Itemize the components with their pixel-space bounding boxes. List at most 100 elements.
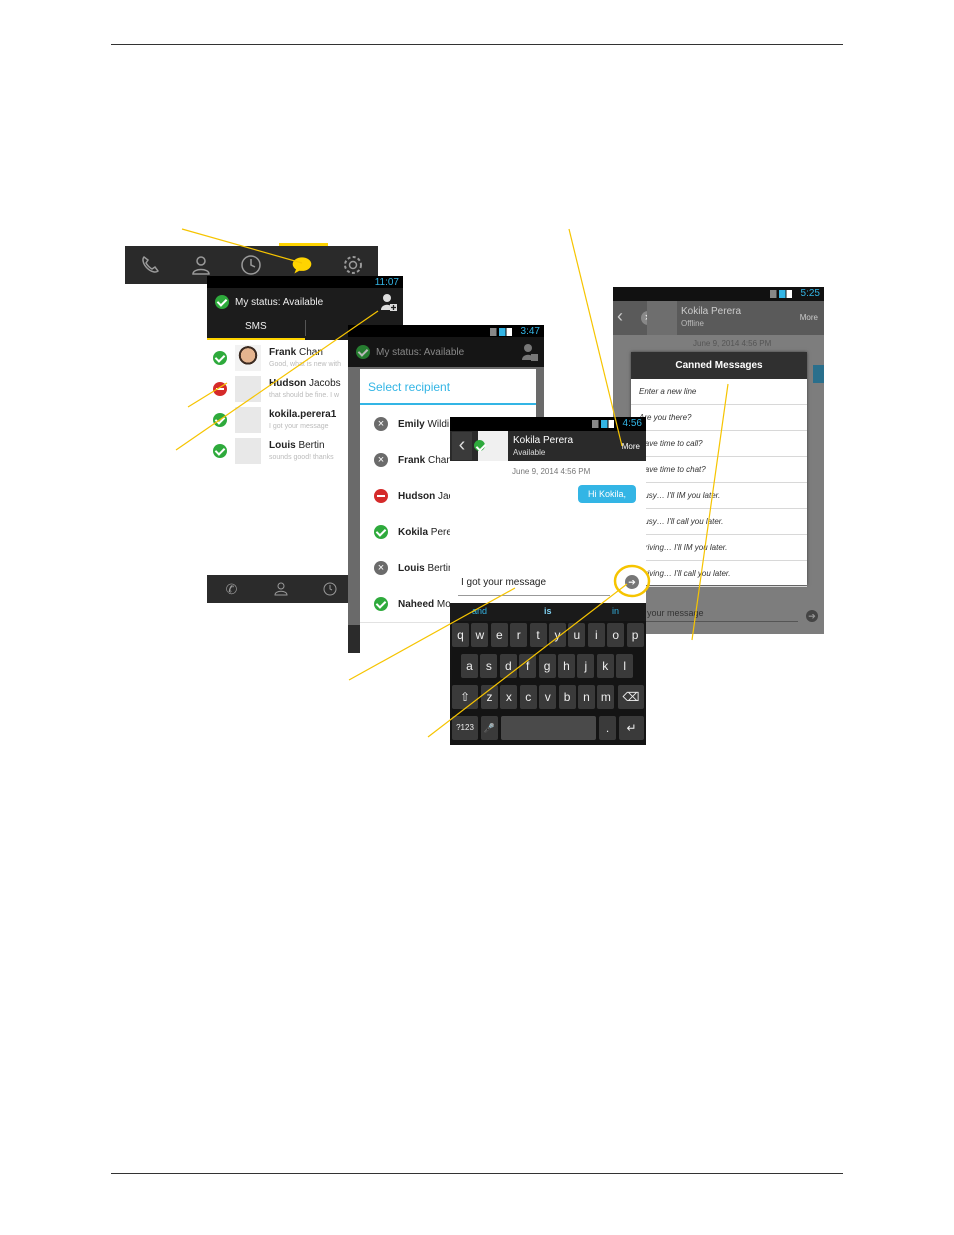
key-p[interactable]: p: [626, 623, 644, 647]
key-y[interactable]: y: [549, 623, 566, 647]
avatar: [235, 437, 261, 464]
message-input-text: your message: [647, 608, 704, 618]
presence-busy-icon: [213, 381, 227, 396]
key-h[interactable]: h: [558, 654, 575, 678]
conversation-header: ‹ Kokila Perera Available More: [450, 431, 646, 461]
signal-icon: [592, 420, 614, 428]
canned-message-item[interactable]: Busy… I'll IM you later.: [631, 483, 807, 509]
more-button[interactable]: More: [622, 442, 640, 451]
back-icon[interactable]: ‹: [452, 432, 472, 460]
canned-message-item[interactable]: Driving… I'll call you later.: [631, 561, 807, 587]
canned-message-item[interactable]: Have time to chat?: [631, 457, 807, 483]
key-w[interactable]: w: [471, 623, 489, 647]
contact-first-name: Hudson: [269, 377, 307, 389]
header-rule: [111, 44, 843, 45]
phone-icon[interactable]: ✆: [221, 578, 243, 600]
backspace-key[interactable]: ⌫: [618, 685, 644, 709]
suggestion-2[interactable]: is: [544, 606, 552, 616]
presence-available-icon: [213, 412, 227, 427]
key-i[interactable]: i: [587, 623, 605, 647]
key-c[interactable]: c: [519, 685, 537, 709]
recipient-name: Kokila Perer: [398, 527, 455, 538]
key-q[interactable]: q: [452, 623, 469, 647]
more-button[interactable]: More: [800, 313, 818, 322]
tab-sms[interactable]: SMS: [245, 321, 267, 332]
recipient-name: Hudson Jac: [398, 491, 454, 502]
key-z[interactable]: z: [481, 685, 498, 709]
shift-key[interactable]: ⇧: [452, 685, 478, 709]
contact-first-name: Louis: [269, 439, 296, 451]
key-k[interactable]: k: [596, 654, 614, 678]
dialog-title: Select recipient: [368, 380, 451, 394]
mic-key[interactable]: 🎤: [481, 716, 498, 740]
history-icon[interactable]: [240, 254, 262, 276]
presence-available-icon: [374, 525, 388, 539]
contact-name: Louis Bertin: [269, 440, 334, 451]
key-r[interactable]: r: [510, 623, 528, 647]
space-key[interactable]: [501, 716, 596, 740]
message-input[interactable]: I got your message: [458, 573, 610, 596]
key-a[interactable]: a: [461, 654, 478, 678]
suggestion-1[interactable]: and: [472, 606, 487, 616]
contact-text: Louis Bertin sounds good! thanks: [269, 440, 334, 462]
key-b[interactable]: b: [558, 685, 576, 709]
contact-last-name: Chan: [296, 346, 323, 358]
avatar: [235, 375, 261, 402]
back-icon[interactable]: ‹: [617, 306, 623, 327]
canned-dialog: Canned Messages Enter a new line Are you …: [631, 352, 807, 587]
status-bar: 5:25: [613, 287, 824, 301]
key-f[interactable]: f: [519, 654, 537, 678]
key-j[interactable]: j: [577, 654, 595, 678]
key-o[interactable]: o: [607, 623, 625, 647]
key-e[interactable]: e: [490, 623, 508, 647]
send-icon[interactable]: ➔: [806, 610, 818, 622]
recipient-first-name: Frank: [398, 454, 426, 466]
key-l[interactable]: l: [616, 654, 634, 678]
key-v[interactable]: v: [539, 685, 557, 709]
canned-message-item[interactable]: Busy… I'll call you later.: [631, 509, 807, 535]
message-preview: Good, what is new with: [269, 360, 341, 368]
recipient-first-name: Emily: [398, 418, 425, 430]
key-d[interactable]: d: [499, 654, 517, 678]
send-icon[interactable]: ➔: [625, 575, 639, 589]
enter-key[interactable]: ↵: [619, 716, 644, 740]
message-input[interactable]: your message: [643, 605, 798, 622]
recipient-first-name: Hudson: [398, 490, 436, 502]
history-icon[interactable]: [319, 578, 341, 600]
contacts-icon[interactable]: [270, 578, 292, 600]
key-s[interactable]: s: [480, 654, 498, 678]
key-x[interactable]: x: [500, 685, 518, 709]
status-bar: 3:47: [348, 325, 544, 337]
key-g[interactable]: g: [538, 654, 556, 678]
status-header: My status: Available: [348, 337, 544, 367]
canned-message-item[interactable]: Enter a new line: [631, 379, 807, 405]
tab-underline: [207, 338, 305, 340]
period-key[interactable]: .: [599, 716, 616, 740]
presence-offline-icon: ×: [374, 417, 388, 431]
signal-icon: [770, 290, 792, 298]
key-n[interactable]: n: [578, 685, 595, 709]
recipient-name: Louis Bertin: [398, 563, 454, 574]
contact-first-name: kokila.perera1: [269, 408, 337, 420]
recipient-name: Frank Chan: [398, 455, 452, 466]
contact-name: Hudson Jacobs: [269, 378, 341, 389]
my-status-label[interactable]: My status: Available: [235, 297, 323, 308]
phone-icon[interactable]: [139, 254, 161, 276]
message-preview: that should be fine. I w: [269, 391, 340, 399]
symbols-key[interactable]: ?123: [452, 716, 478, 740]
key-t[interactable]: t: [529, 623, 547, 647]
settings-icon[interactable]: [342, 254, 364, 276]
active-tab-indicator: [279, 243, 328, 246]
contacts-icon[interactable]: [190, 254, 212, 276]
add-contact-icon[interactable]: [381, 293, 397, 311]
suggestion-3[interactable]: in: [612, 606, 619, 616]
recipient-first-name: Louis: [398, 562, 425, 574]
message-input-text: I got your message: [461, 577, 547, 588]
canned-message-item[interactable]: Are you there?: [631, 405, 807, 431]
my-status-label: My status: Available: [376, 346, 465, 358]
canned-message-item[interactable]: Driving… I'll IM you later.: [631, 535, 807, 561]
chat-icon[interactable]: [291, 254, 313, 276]
key-u[interactable]: u: [568, 623, 586, 647]
canned-message-item[interactable]: Have time to call?: [631, 431, 807, 457]
key-m[interactable]: m: [597, 685, 615, 709]
